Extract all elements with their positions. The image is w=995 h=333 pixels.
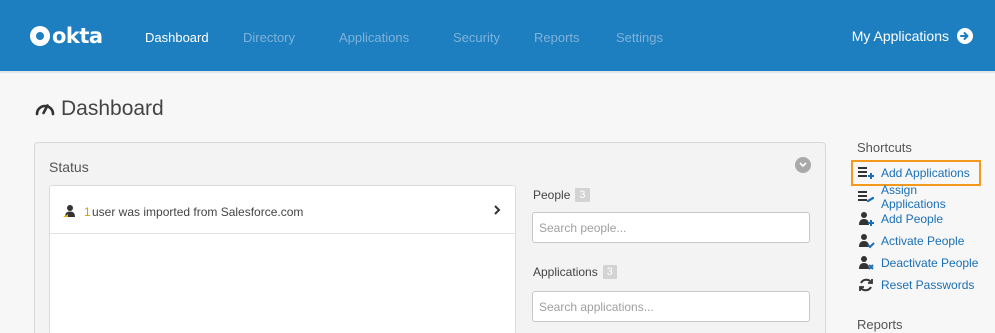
nav-settings[interactable]: Settings (616, 30, 663, 45)
people-count-badge: 3 (575, 188, 590, 202)
people-label-text: People (533, 188, 571, 202)
shortcut-label: Reset Passwords (881, 278, 975, 292)
applications-label: Applications 3 (533, 265, 617, 279)
chevron-right-icon (494, 205, 501, 215)
assign-apps-icon (858, 191, 875, 203)
nav-security[interactable]: Security (453, 30, 500, 45)
okta-logo-text: okta (52, 24, 103, 48)
okta-logo-mark-icon (30, 26, 50, 46)
nav-directory[interactable]: Directory (243, 30, 295, 45)
shortcut-label: Add Applications (881, 166, 970, 180)
applications-label-text: Applications (533, 265, 598, 279)
add-apps-icon (858, 167, 874, 179)
nav-dashboard[interactable]: Dashboard (145, 30, 209, 45)
search-people-input[interactable] (532, 212, 810, 243)
status-panel: Status 1 user was imported from Salesfor… (34, 142, 826, 333)
nav-applications[interactable]: Applications (339, 30, 409, 45)
shortcut-add-people[interactable]: Add People (851, 208, 981, 230)
activate-person-icon (859, 234, 875, 249)
refresh-icon (859, 278, 873, 292)
person-icon (63, 205, 75, 217)
okta-logo[interactable]: okta (30, 24, 103, 48)
applications-count-badge: 3 (602, 265, 617, 279)
gauge-icon (35, 104, 55, 116)
notification-item[interactable]: 1 user was imported from Salesforce.com (50, 186, 515, 234)
shortcut-label: Assign Applications (881, 183, 946, 211)
page-title-text: Dashboard (61, 97, 164, 120)
status-title: Status (49, 159, 89, 175)
top-navigation-bar: okta Dashboard Directory Applications Se… (0, 0, 995, 71)
my-applications-link[interactable]: My Applications (852, 28, 973, 44)
notification-count: 1 (84, 205, 91, 219)
shortcut-assign-applications[interactable]: Assign Applications (851, 183, 981, 211)
reports-heading: Reports (857, 317, 903, 332)
notification-list: 1 user was imported from Salesforce.com (49, 185, 516, 333)
add-person-icon (859, 212, 874, 226)
deactivate-person-icon (859, 256, 874, 270)
search-applications-input[interactable] (532, 291, 810, 322)
shortcut-label: Deactivate People (881, 256, 979, 270)
arrow-circle-right-icon (957, 28, 973, 44)
collapse-chevron-icon[interactable] (795, 157, 811, 173)
shortcut-reset-passwords[interactable]: Reset Passwords (851, 274, 981, 296)
shortcut-activate-people[interactable]: Activate People (851, 230, 981, 252)
shortcuts-heading: Shortcuts (857, 140, 912, 155)
nav-reports[interactable]: Reports (534, 30, 580, 45)
people-label: People 3 (533, 188, 590, 202)
page-title: Dashboard (34, 97, 164, 121)
nav-divider (0, 71, 995, 73)
shortcut-label: Activate People (881, 234, 965, 248)
shortcut-label: Add People (881, 212, 944, 226)
shortcut-deactivate-people[interactable]: Deactivate People (851, 252, 981, 274)
notification-text: user was imported from Salesforce.com (92, 205, 304, 219)
my-applications-label: My Applications (851, 28, 949, 44)
